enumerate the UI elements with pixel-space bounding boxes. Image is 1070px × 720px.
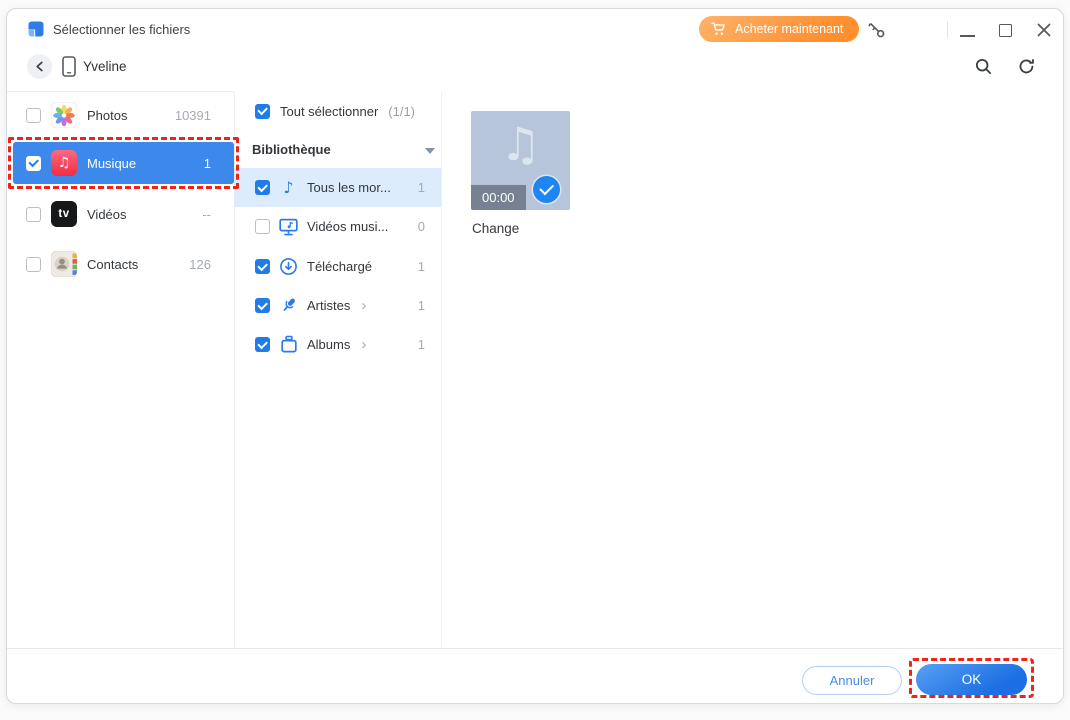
- music-item-name: Change: [472, 221, 519, 236]
- footer-divider: [7, 648, 1063, 649]
- download-icon: [279, 257, 298, 276]
- library-item-count: 0: [418, 219, 425, 234]
- sidebar-item-label: Vidéos: [87, 207, 127, 222]
- chevron-right-icon[interactable]: [361, 299, 366, 313]
- library-item-label: Albums: [307, 337, 350, 352]
- sidebar-item-label: Photos: [87, 108, 127, 123]
- sidebar-item-label: Musique: [87, 156, 136, 171]
- device-name: Yveline: [83, 59, 127, 74]
- select-all-label: Tout sélectionner: [280, 104, 378, 119]
- microphone-icon: [279, 296, 298, 315]
- contacts-app-icon: [51, 251, 77, 277]
- select-all-row[interactable]: Tout sélectionner (1/1): [234, 97, 441, 125]
- search-icon[interactable]: [974, 57, 993, 79]
- photos-checkbox[interactable]: [26, 108, 41, 123]
- sidebar-item-contacts[interactable]: Contacts 126: [7, 244, 234, 284]
- music-note-icon: ♪: [279, 178, 298, 197]
- buy-now-label: Acheter maintenant: [735, 22, 843, 36]
- all-songs-checkbox[interactable]: [255, 180, 270, 195]
- videos-checkbox[interactable]: [26, 207, 41, 222]
- albums-checkbox[interactable]: [255, 337, 270, 352]
- buy-now-button[interactable]: Acheter maintenant: [699, 16, 859, 42]
- refresh-icon[interactable]: [1017, 57, 1036, 79]
- artists-checkbox[interactable]: [255, 298, 270, 313]
- sidebar-item-label: Contacts: [87, 257, 138, 272]
- music-video-icon: [279, 217, 298, 236]
- musique-checkbox[interactable]: [26, 156, 41, 171]
- sidebar-item-count: 1: [204, 156, 211, 171]
- library-item-albums[interactable]: Albums 1: [234, 325, 441, 364]
- chevron-right-icon[interactable]: [361, 338, 366, 352]
- downloaded-checkbox[interactable]: [255, 259, 270, 274]
- maximize-button[interactable]: [997, 22, 1013, 38]
- appletv-app-icon: [51, 201, 77, 227]
- duration-badge: 00:00: [471, 185, 526, 210]
- title-bar: Sélectionner les fichiers Acheter mainte…: [7, 9, 1063, 49]
- collapse-triangle-icon[interactable]: [425, 148, 435, 159]
- chevron-left-icon: [35, 61, 44, 72]
- music-videos-checkbox[interactable]: [255, 219, 270, 234]
- select-all-checkbox[interactable]: [255, 104, 270, 119]
- music-placeholder-icon: ♫: [471, 117, 570, 171]
- cancel-button[interactable]: Annuler: [802, 666, 902, 695]
- menu-icon[interactable]: [909, 22, 931, 37]
- app-window: Sélectionner les fichiers Acheter mainte…: [6, 8, 1064, 704]
- select-all-ratio: (1/1): [388, 104, 415, 119]
- back-button[interactable]: [27, 54, 52, 79]
- library-item-count: 1: [418, 298, 425, 313]
- window-title: Sélectionner les fichiers: [53, 22, 190, 37]
- sidebar-item-count: 126: [189, 257, 211, 272]
- close-button[interactable]: [1035, 21, 1053, 39]
- sidebar-item-videos[interactable]: Vidéos --: [7, 194, 234, 234]
- music-app-icon: [51, 150, 77, 176]
- sidebar-item-photos[interactable]: Photos 10391: [7, 95, 234, 135]
- app-logo-icon: [27, 20, 45, 38]
- library-item-label: Artistes: [307, 298, 350, 313]
- contacts-checkbox[interactable]: [26, 257, 41, 272]
- titlebar-separator: [947, 21, 948, 38]
- library-item-label: Vidéos musi...: [307, 219, 388, 234]
- photos-app-icon: [51, 102, 77, 128]
- library-item-label: Téléchargé: [307, 259, 372, 274]
- library-item-all-songs[interactable]: ♪ Tous les mor... 1: [234, 168, 441, 207]
- item-selected-check-icon[interactable]: [533, 176, 560, 203]
- library-item-music-videos[interactable]: Vidéos musi... 0: [234, 207, 441, 246]
- library-item-artists[interactable]: Artistes 1: [234, 286, 441, 325]
- ok-button[interactable]: OK: [916, 664, 1027, 695]
- vertical-divider-2: [441, 92, 442, 648]
- cart-icon: [711, 22, 727, 36]
- sidebar-item-musique[interactable]: Musique 1: [13, 142, 234, 184]
- register-key-icon[interactable]: [867, 20, 887, 40]
- library-item-count: 1: [418, 180, 425, 195]
- library-section-title: Bibliothèque: [252, 142, 331, 157]
- sidebar-item-count: --: [202, 207, 211, 222]
- library-item-label: Tous les mor...: [307, 180, 391, 195]
- album-icon: [279, 335, 298, 354]
- library-item-count: 1: [418, 259, 425, 274]
- library-item-downloaded[interactable]: Téléchargé 1: [234, 247, 441, 286]
- left-panel-top-border: [7, 91, 234, 92]
- minimize-button[interactable]: [958, 21, 976, 39]
- device-phone-icon: [62, 56, 76, 77]
- sidebar-item-count: 10391: [175, 108, 211, 123]
- library-item-count: 1: [418, 337, 425, 352]
